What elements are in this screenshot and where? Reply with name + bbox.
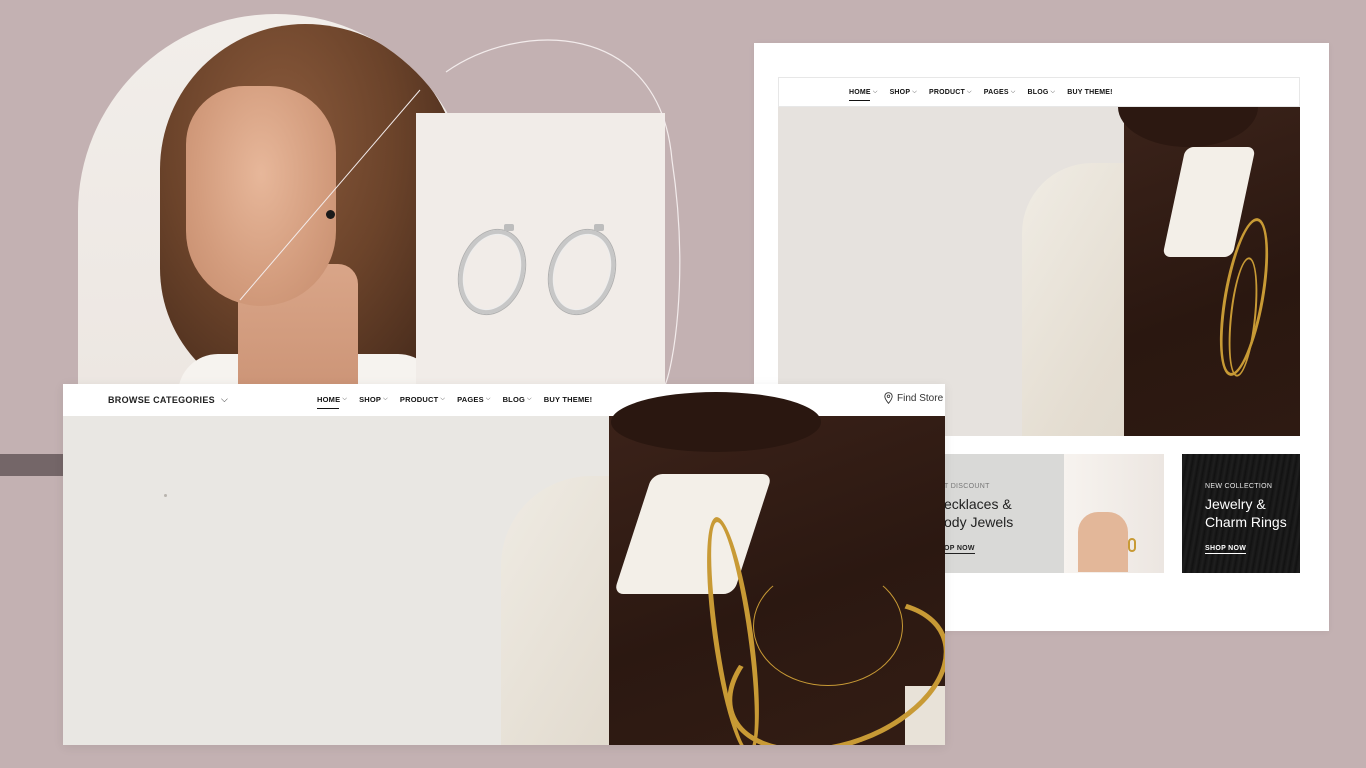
nav-buy-theme[interactable]: BUY THEME! — [544, 395, 593, 404]
hoop-earring — [538, 221, 626, 323]
nav-buy-theme[interactable]: BUY THEME! — [1067, 89, 1112, 96]
chevron-down-icon: ⌵ — [527, 396, 532, 402]
chevron-down-icon: ⌵ — [1010, 88, 1016, 95]
chevron-down-icon: ⌵ — [872, 88, 878, 95]
nav-blog[interactable]: BLOG ⌵ — [503, 395, 532, 404]
shop-now-link[interactable]: SHOP NOW — [1205, 545, 1247, 554]
hoop-earring — [448, 221, 536, 323]
promo-title: Jewelry & Charm Rings — [1205, 496, 1287, 530]
hero-banner[interactable] — [63, 392, 945, 745]
chevron-down-icon: ⌵ — [966, 88, 972, 95]
chevron-down-icon: ⌵ — [440, 396, 446, 402]
nav-blog[interactable]: BLOG ⌵ — [1027, 89, 1055, 96]
browse-categories-button[interactable]: BROWSE CATEGORIES ⌵ — [108, 394, 228, 405]
chevron-down-icon: ⌵ — [383, 396, 388, 402]
nav-product[interactable]: PRODUCT ⌵ — [400, 395, 445, 404]
chevron-down-icon: ⌵ — [342, 396, 348, 402]
main-navigation: HOME ⌵ SHOP ⌵ PRODUCT ⌵ PAGES ⌵ BLOG ⌵ BUY TH… — [317, 395, 593, 409]
hoop-earrings-image — [416, 113, 665, 385]
nav-pages[interactable]: PAGES ⌵ — [984, 89, 1016, 96]
main-navigation: HOME ⌵ SHOP ⌵ PRODUCT ⌵ PAGES ⌵ BLOG ⌵ BUY TH… — [778, 77, 1300, 107]
map-pin-icon — [884, 392, 893, 404]
nav-home[interactable]: HOME ⌵ — [849, 88, 878, 101]
chevron-down-icon: ⌵ — [220, 394, 229, 404]
nav-home[interactable]: HOME ⌵ — [317, 395, 348, 409]
chevron-down-icon: ⌵ — [912, 88, 917, 95]
promo-banner-new-collection[interactable]: NEW COLLECTION Jewelry & Charm Rings SHO… — [1182, 454, 1300, 573]
find-store-link[interactable]: Find Store — [884, 392, 943, 404]
nav-shop[interactable]: SHOP ⌵ — [890, 89, 917, 96]
bracelet — [1128, 538, 1136, 552]
nav-pages[interactable]: PAGES ⌵ — [457, 395, 490, 404]
chevron-down-icon: ⌵ — [1050, 88, 1056, 95]
promo-kicker: NEW COLLECTION — [1205, 483, 1273, 490]
shop-now-link[interactable]: OP NOW — [944, 545, 975, 554]
promo-banner-necklaces[interactable]: T DISCOUNT ecklaces & ody Jewels OP NOW — [944, 454, 1164, 573]
theme-preview-front: BROWSE CATEGORIES ⌵ HOME ⌵ SHOP ⌵ PRODUCT ⌵… — [63, 384, 945, 745]
promo-kicker: T DISCOUNT — [944, 483, 990, 490]
nav-shop[interactable]: SHOP ⌵ — [359, 395, 388, 404]
chevron-down-icon: ⌵ — [485, 396, 491, 402]
stud-earring — [326, 210, 335, 219]
nav-product[interactable]: PRODUCT ⌵ — [929, 89, 972, 96]
model-portrait-image — [78, 14, 474, 434]
promo-title: ecklaces & ody Jewels — [944, 496, 1014, 530]
